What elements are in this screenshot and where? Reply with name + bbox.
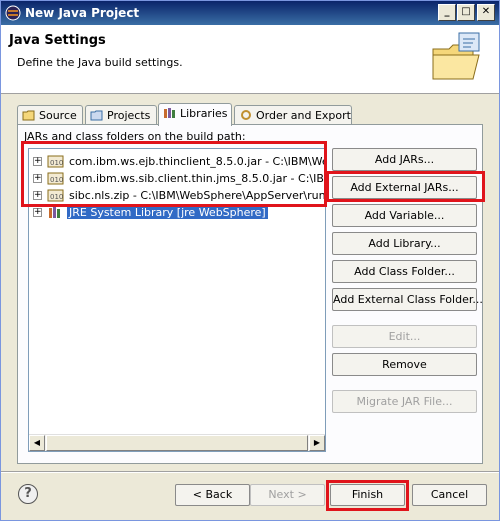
scroll-right-icon[interactable]: ▶: [309, 435, 325, 451]
svg-text:010: 010: [50, 176, 63, 184]
edit-button[interactable]: Edit...: [332, 325, 477, 348]
remove-button[interactable]: Remove: [332, 353, 477, 376]
tab-libraries[interactable]: Libraries: [158, 103, 232, 126]
scrollbar-thumb[interactable]: [46, 435, 308, 451]
tree-row-label: sibc.nls.zip - C:\IBM\WebSphere\AppServe…: [69, 189, 326, 202]
add-class-folder-button[interactable]: Add Class Folder...: [332, 260, 477, 283]
cancel-button[interactable]: Cancel: [412, 484, 487, 506]
scroll-left-icon[interactable]: ◀: [29, 435, 45, 451]
close-button[interactable]: ✕: [477, 4, 495, 21]
expand-icon[interactable]: +: [33, 174, 42, 183]
new-project-folder-icon: [432, 32, 480, 80]
add-variable-button[interactable]: Add Variable...: [332, 204, 477, 227]
tree-row-label: com.ibm.ws.sib.client.thin.jms_8.5.0.jar…: [69, 172, 325, 185]
add-library-button[interactable]: Add Library...: [332, 232, 477, 255]
new-java-project-dialog: New Java Project _ □ ✕ Java Settings Def…: [0, 0, 500, 521]
help-icon[interactable]: ?: [18, 484, 38, 504]
svg-text:010: 010: [50, 159, 63, 167]
tab-label: Order and Export: [256, 109, 351, 122]
libraries-icon: [164, 108, 175, 118]
page-title: Java Settings: [9, 33, 106, 48]
tab-label: Projects: [107, 109, 151, 122]
title-bar[interactable]: New Java Project _ □ ✕: [1, 1, 499, 25]
tab-order-and-export[interactable]: Order and Export: [234, 105, 352, 125]
tab-projects[interactable]: Projects: [85, 105, 157, 125]
tree-row-sib-client-jms[interactable]: + 010 com.ibm.ws.sib.client.thin.jms_8.5…: [29, 170, 325, 187]
projects-icon: [90, 110, 103, 121]
tab-label: Libraries: [180, 107, 228, 120]
order-export-icon: [241, 110, 251, 120]
back-button[interactable]: < Back: [175, 484, 250, 506]
tab-source[interactable]: Source: [17, 105, 83, 125]
footer-separator: [1, 471, 499, 473]
library-icon: [49, 207, 60, 218]
expand-icon[interactable]: +: [33, 157, 42, 166]
jar-icon: 010: [47, 155, 64, 168]
build-path-tree[interactable]: + 010 com.ibm.ws.ejb.thinclient_8.5.0.ja…: [28, 148, 326, 452]
libraries-panel: JARs and class folders on the build path…: [17, 124, 483, 464]
jar-icon: 010: [47, 172, 64, 185]
build-path-label: JARs and class folders on the build path…: [24, 130, 246, 143]
minimize-button[interactable]: _: [438, 4, 456, 21]
add-external-jars-button[interactable]: Add External JARs...: [332, 176, 477, 199]
finish-button[interactable]: Finish: [330, 484, 405, 506]
tree-row-label: JRE System Library [jre WebSphere]: [67, 206, 268, 219]
expand-icon[interactable]: +: [33, 191, 42, 200]
expand-icon[interactable]: +: [33, 208, 42, 217]
jar-icon: 010: [47, 189, 64, 202]
horizontal-scrollbar[interactable]: ◀ ▶: [29, 434, 325, 451]
source-folder-icon: [22, 110, 35, 121]
next-button[interactable]: Next >: [250, 484, 325, 506]
maximize-button[interactable]: □: [457, 4, 475, 21]
eclipse-icon: [5, 5, 21, 21]
add-jars-button[interactable]: Add JARs...: [332, 148, 477, 171]
tab-label: Source: [39, 109, 77, 122]
window-title: New Java Project: [25, 6, 140, 20]
svg-text:010: 010: [50, 193, 63, 201]
tree-row-ejb-thinclient[interactable]: + 010 com.ibm.ws.ejb.thinclient_8.5.0.ja…: [29, 153, 325, 170]
migrate-jar-button[interactable]: Migrate JAR File...: [332, 390, 477, 413]
tree-row-jre-system-library[interactable]: + JRE System Library [jre WebSphere]: [29, 204, 325, 221]
add-external-class-folder-button[interactable]: Add External Class Folder...: [332, 288, 483, 311]
tree-row-label: com.ibm.ws.ejb.thinclient_8.5.0.jar - C:…: [69, 155, 325, 168]
tree-row-sibc-nls-zip[interactable]: + 010 sibc.nls.zip - C:\IBM\WebSphere\Ap…: [29, 187, 325, 204]
wizard-header: Java Settings Define the Java build sett…: [1, 25, 499, 94]
page-description: Define the Java build settings.: [17, 56, 183, 69]
